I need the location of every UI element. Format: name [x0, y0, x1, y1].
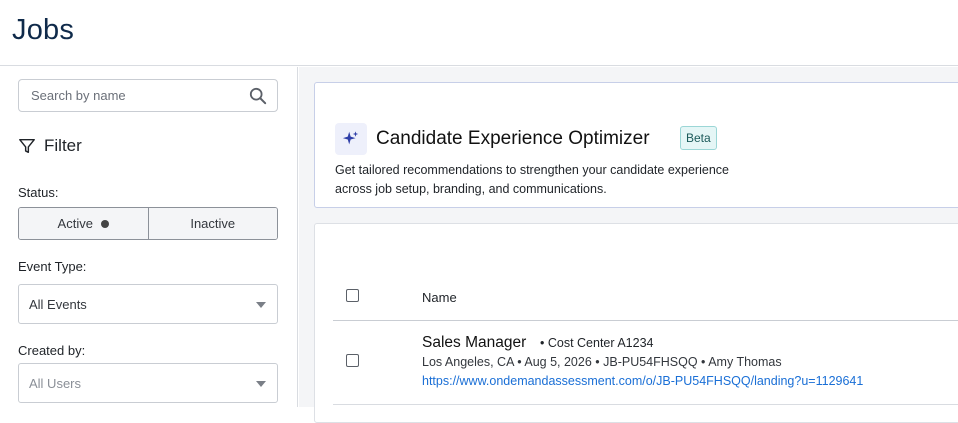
jobs-table: Name Sales Manager • Cost Center A1234 L…: [314, 223, 958, 423]
header-divider: [333, 320, 958, 321]
column-header-name[interactable]: Name: [422, 290, 457, 305]
beta-badge: Beta: [680, 126, 717, 150]
optimizer-description: Get tailored recommendations to strength…: [335, 161, 795, 199]
status-active-label: Active: [57, 216, 93, 231]
chevron-down-icon: [256, 302, 266, 308]
filter-heading: Filter: [18, 135, 82, 157]
search-box[interactable]: [18, 79, 278, 112]
status-active-button[interactable]: Active: [19, 208, 148, 239]
filter-label: Filter: [44, 136, 82, 155]
optimizer-card: Candidate Experience Optimizer Beta Get …: [314, 82, 958, 208]
optimizer-description-line: Get tailored recommendations to strength…: [335, 163, 729, 177]
chevron-down-icon: [256, 381, 266, 387]
page-title: Jobs: [12, 14, 75, 46]
job-title[interactable]: Sales Manager: [422, 334, 526, 352]
selected-dot-icon: [100, 219, 109, 228]
created-by-select[interactable]: All Users: [18, 363, 278, 403]
status-inactive-label: Inactive: [190, 216, 236, 231]
job-meta: Los Angeles, CA • Aug 5, 2026 • JB-PU54F…: [422, 355, 782, 369]
status-label: Status:: [18, 185, 59, 200]
created-by-value: All Users: [29, 375, 82, 391]
search-icon[interactable]: [249, 87, 267, 105]
filter-sidebar: Filter Status: Active Inactive Event Typ…: [0, 67, 298, 407]
job-landing-link[interactable]: https://www.ondemandassessment.com/o/JB-…: [422, 374, 863, 388]
select-all-checkbox[interactable]: [346, 289, 359, 302]
status-toggle: Active Inactive: [18, 207, 278, 240]
created-by-label: Created by:: [18, 343, 86, 358]
row-divider: [333, 404, 958, 405]
filter-icon: [19, 138, 35, 154]
page-header: Jobs: [0, 0, 958, 66]
event-type-label: Event Type:: [18, 259, 87, 274]
optimizer-title: Candidate Experience Optimizer: [376, 128, 650, 149]
event-type-select[interactable]: All Events: [18, 284, 278, 324]
status-inactive-button[interactable]: Inactive: [147, 208, 277, 239]
job-cost-center: • Cost Center A1234: [540, 336, 654, 350]
main-panel: Candidate Experience Optimizer Beta Get …: [299, 67, 958, 423]
event-type-value: All Events: [29, 296, 87, 312]
optimizer-description-line: across job setup, branding, and communic…: [335, 182, 607, 196]
search-input[interactable]: [19, 80, 239, 111]
sparkle-icon: [335, 123, 367, 155]
row-checkbox[interactable]: [346, 354, 359, 367]
